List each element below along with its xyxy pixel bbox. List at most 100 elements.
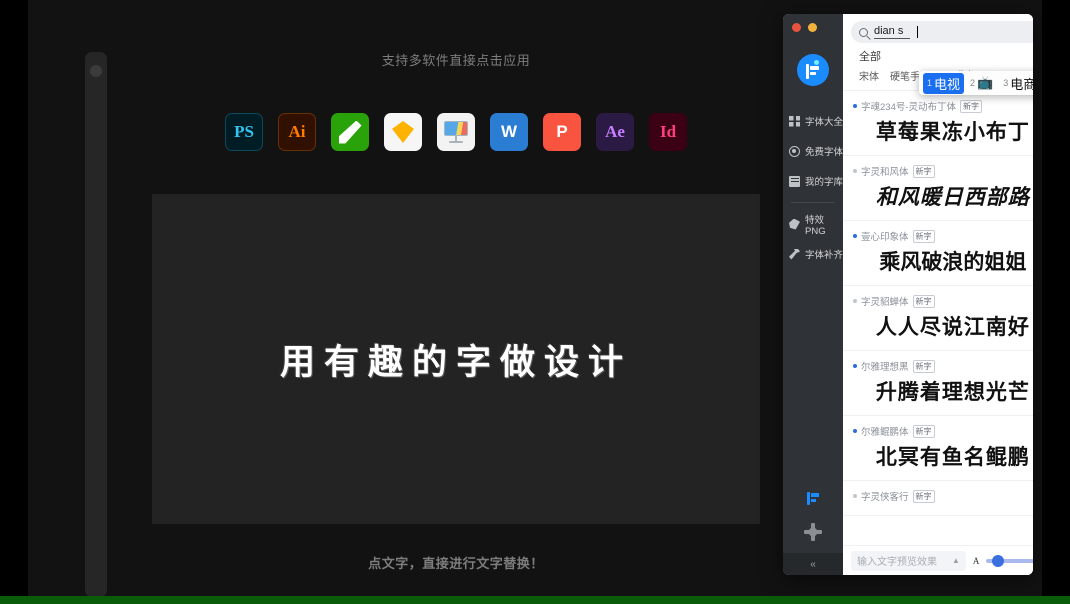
status-dot-icon <box>853 364 857 368</box>
font-meta: 尔雅鲲鹏体 新字 <box>853 424 1033 438</box>
sidebar-item-label: 我的字库 <box>805 174 843 188</box>
indesign-icon[interactable]: Id <box>649 113 687 151</box>
ime-candidate-number: 2 <box>970 78 975 88</box>
circle-icon <box>789 146 800 157</box>
font-meta: 尔雅理想黑 新字 <box>853 359 1033 373</box>
sidebar-item-font-completion[interactable]: 字体补齐 <box>783 239 843 269</box>
status-dot-icon <box>853 104 857 108</box>
close-button[interactable] <box>792 23 801 32</box>
font-meta: 字魂234号-灵动布丁体 新字 <box>853 99 1033 113</box>
new-badge: 新字 <box>913 490 935 503</box>
sidebar-item-free-fonts[interactable]: 免费字体 <box>783 136 843 166</box>
procreate-icon[interactable] <box>331 113 369 151</box>
pen-glyph <box>339 121 362 144</box>
sidebar-item-label: 免费字体 <box>805 144 843 158</box>
settings-button[interactable] <box>783 515 843 549</box>
font-name: 字灵侠客行 <box>861 489 909 503</box>
font-sample-text[interactable]: 北冥有鱼名鲲鹏 <box>853 441 1033 471</box>
font-list-item[interactable]: 壹心印象体 新字 乘风破浪的姐姐 <box>843 221 1033 286</box>
app-icon-row: PS Ai W P Ae <box>152 112 760 152</box>
font-sample-text[interactable]: 升腾着理想光芒 <box>853 376 1033 406</box>
subcategory-songti[interactable]: 宋体 <box>859 68 879 83</box>
new-badge: 新字 <box>913 360 935 373</box>
ime-candidate-text: 电商 <box>1010 74 1033 93</box>
ime-candidate-number: 3 <box>1003 78 1008 88</box>
sidebar-item-all-fonts[interactable]: 字体大全 <box>783 106 843 136</box>
brand-flag-button[interactable] <box>783 481 843 515</box>
font-list-item[interactable]: 尔雅鲲鹏体 新字 北冥有鱼名鲲鹏 <box>843 416 1033 481</box>
canvas-headline-text[interactable]: 用有趣的字做设计 <box>152 194 760 524</box>
font-list[interactable]: 字魂234号-灵动布丁体 新字 草莓果冻小布丁 字灵和风体 新字 和风暖日西部路 <box>843 90 1033 545</box>
new-badge: 新字 <box>913 295 935 308</box>
search-icon <box>859 28 868 37</box>
font-name: 字灵和风体 <box>861 164 909 178</box>
font-manager-main: dian s ✕ 全部 1 电视 2 📺 <box>843 14 1033 575</box>
tool-strip-handle[interactable] <box>90 65 102 77</box>
new-badge: 新字 <box>960 100 982 113</box>
font-name: 尔雅理想黑 <box>861 359 909 373</box>
new-badge: 新字 <box>913 425 935 438</box>
caption-top: 支持多软件直接点击应用 <box>152 50 760 69</box>
app-logo-icon <box>797 54 829 86</box>
font-name: 尔雅鲲鹏体 <box>861 424 909 438</box>
photoshop-icon[interactable]: PS <box>225 113 263 151</box>
category-row: 全部 1 电视 2 📺 3 电商 <box>851 43 1033 63</box>
font-sample-text[interactable]: 和风暖日西部路 <box>853 181 1033 211</box>
search-input[interactable]: dian s <box>874 25 910 39</box>
font-list-item[interactable]: 字灵侠客行 新字 <box>843 481 1033 516</box>
collapse-sidebar-button[interactable]: « <box>783 553 843 575</box>
status-dot-icon <box>853 494 857 498</box>
design-canvas[interactable]: 用有趣的字做设计 <box>152 194 760 524</box>
font-meta: 字灵貂蝉体 新字 <box>853 294 1033 308</box>
window-controls[interactable] <box>792 23 817 32</box>
font-size-slider[interactable] <box>986 559 1033 563</box>
search-bar[interactable]: dian s ✕ <box>851 21 1033 43</box>
sidebar-item-label: 特效PNG <box>805 212 843 237</box>
font-list-item[interactable]: 字魂234号-灵动布丁体 新字 草莓果冻小布丁 <box>843 91 1033 156</box>
minimize-button[interactable] <box>808 23 817 32</box>
ime-candidate-popup[interactable]: 1 电视 2 📺 3 电商 4 点上 <box>919 71 1033 95</box>
sidebar-item-effects-png[interactable]: 特效PNG <box>783 209 843 239</box>
book-icon <box>789 176 800 187</box>
font-sample-text[interactable]: 草莓果冻小布丁 <box>853 116 1033 146</box>
ime-candidate-3[interactable]: 3 电商 <box>999 73 1033 94</box>
sketch-icon[interactable] <box>384 113 422 151</box>
left-tool-strip[interactable] <box>85 52 107 597</box>
powerpoint-label: P <box>556 122 567 142</box>
photoshop-label: PS <box>234 122 254 142</box>
font-name: 字魂234号-灵动布丁体 <box>861 99 956 113</box>
font-list-item[interactable]: 字灵貂蝉体 新字 人人尽说江南好 <box>843 286 1033 351</box>
gear-icon <box>806 525 820 539</box>
font-meta: 壹心印象体 新字 <box>853 229 1033 243</box>
text-caret <box>917 26 918 38</box>
preview-text-input[interactable]: 输入文字预览效果 ▲ <box>851 551 966 571</box>
sidebar-item-my-library[interactable]: 我的字库 <box>783 166 843 196</box>
ime-candidate-1[interactable]: 1 电视 <box>923 73 964 94</box>
font-list-item[interactable]: 字灵和风体 新字 和风暖日西部路 <box>843 156 1033 221</box>
sidebar-item-label: 字体补齐 <box>805 247 843 261</box>
category-all[interactable]: 全部 <box>859 48 881 64</box>
word-icon[interactable]: W <box>490 113 528 151</box>
after-effects-label: Ae <box>605 122 625 142</box>
illustrator-icon[interactable]: Ai <box>278 113 316 151</box>
font-sample-text[interactable]: 人人尽说江南好 <box>853 311 1033 341</box>
keynote-icon[interactable] <box>437 113 475 151</box>
font-manager-header: dian s ✕ 全部 1 电视 2 📺 <box>843 14 1033 90</box>
slider-knob[interactable] <box>992 555 1004 567</box>
size-small-label: A <box>973 556 980 566</box>
powerpoint-icon[interactable]: P <box>543 113 581 151</box>
after-effects-icon[interactable]: Ae <box>596 113 634 151</box>
new-badge: 新字 <box>913 165 935 178</box>
left-black-bar <box>0 0 28 596</box>
font-sample-text[interactable]: 乘风破浪的姐姐 <box>853 246 1033 276</box>
font-list-item[interactable]: 尔雅理想黑 新字 升腾着理想光芒 <box>843 351 1033 416</box>
chevron-up-icon[interactable]: ▲ <box>952 556 960 565</box>
flag-logo-icon <box>807 491 819 505</box>
right-black-bar <box>1042 0 1070 596</box>
ime-candidate-2[interactable]: 2 📺 <box>966 74 997 92</box>
font-manager-window: 字体大全 免费字体 我的字库 特效PNG 字体补齐 <box>783 14 1033 575</box>
font-meta: 字灵和风体 新字 <box>853 164 1033 178</box>
sidebar-item-label: 字体大全 <box>805 114 843 128</box>
caption-bottom: 点文字，直接进行文字替换！ <box>152 553 760 572</box>
preview-bottom-bar: 输入文字预览效果 ▲ A A <box>843 545 1033 575</box>
